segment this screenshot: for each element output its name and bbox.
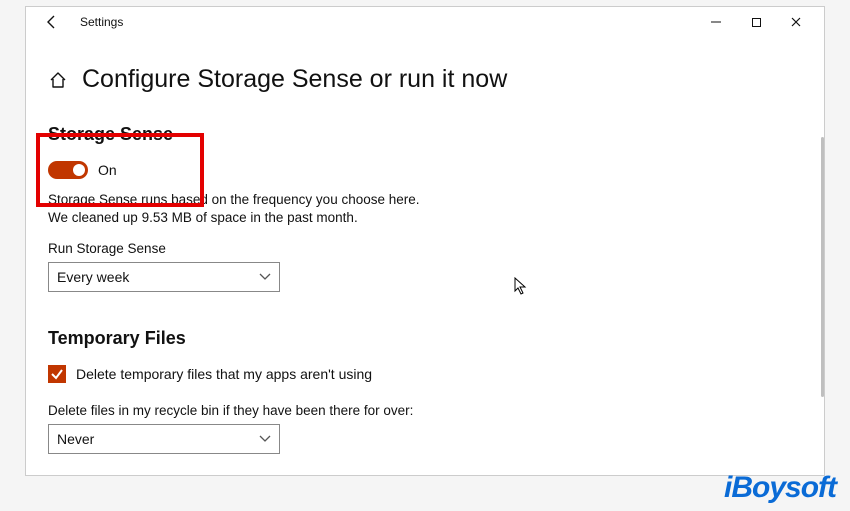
run-storage-sense-value: Every week bbox=[57, 269, 129, 285]
close-button[interactable] bbox=[776, 8, 816, 36]
back-button[interactable] bbox=[42, 12, 62, 32]
delete-temp-files-checkbox[interactable] bbox=[48, 365, 66, 383]
recycle-bin-label: Delete files in my recycle bin if they h… bbox=[48, 403, 802, 418]
watermark: iBoysoft bbox=[724, 471, 836, 505]
maximize-button[interactable] bbox=[736, 8, 776, 36]
delete-temp-files-label: Delete temporary files that my apps aren… bbox=[76, 366, 372, 382]
chevron-down-icon bbox=[259, 432, 271, 446]
temporary-files-heading: Temporary Files bbox=[48, 328, 802, 349]
page-header: Configure Storage Sense or run it now bbox=[48, 65, 802, 94]
scrollbar-thumb[interactable] bbox=[821, 137, 824, 397]
home-icon[interactable] bbox=[48, 70, 68, 90]
window-controls bbox=[696, 8, 816, 36]
storage-sense-heading: Storage Sense bbox=[48, 124, 802, 145]
scrollbar[interactable] bbox=[821, 137, 824, 473]
minimize-button[interactable] bbox=[696, 8, 736, 36]
recycle-bin-value: Never bbox=[57, 431, 94, 447]
chevron-down-icon bbox=[259, 270, 271, 284]
storage-sense-description: Storage Sense runs based on the frequenc… bbox=[48, 191, 428, 227]
app-name: Settings bbox=[80, 15, 123, 29]
titlebar: Settings bbox=[26, 7, 824, 37]
storage-sense-toggle[interactable] bbox=[48, 161, 88, 179]
run-storage-sense-label: Run Storage Sense bbox=[48, 241, 802, 256]
page-title: Configure Storage Sense or run it now bbox=[82, 65, 507, 94]
recycle-bin-dropdown[interactable]: Never bbox=[48, 424, 280, 454]
settings-window: Settings Configure Storage Sense or run … bbox=[25, 6, 825, 476]
mouse-cursor bbox=[514, 277, 528, 295]
delete-temp-files-row: Delete temporary files that my apps aren… bbox=[48, 365, 802, 383]
content-area: Configure Storage Sense or run it now St… bbox=[26, 37, 824, 475]
run-storage-sense-dropdown[interactable]: Every week bbox=[48, 262, 280, 292]
storage-sense-toggle-label: On bbox=[98, 162, 117, 178]
storage-sense-toggle-row: On bbox=[48, 161, 802, 179]
